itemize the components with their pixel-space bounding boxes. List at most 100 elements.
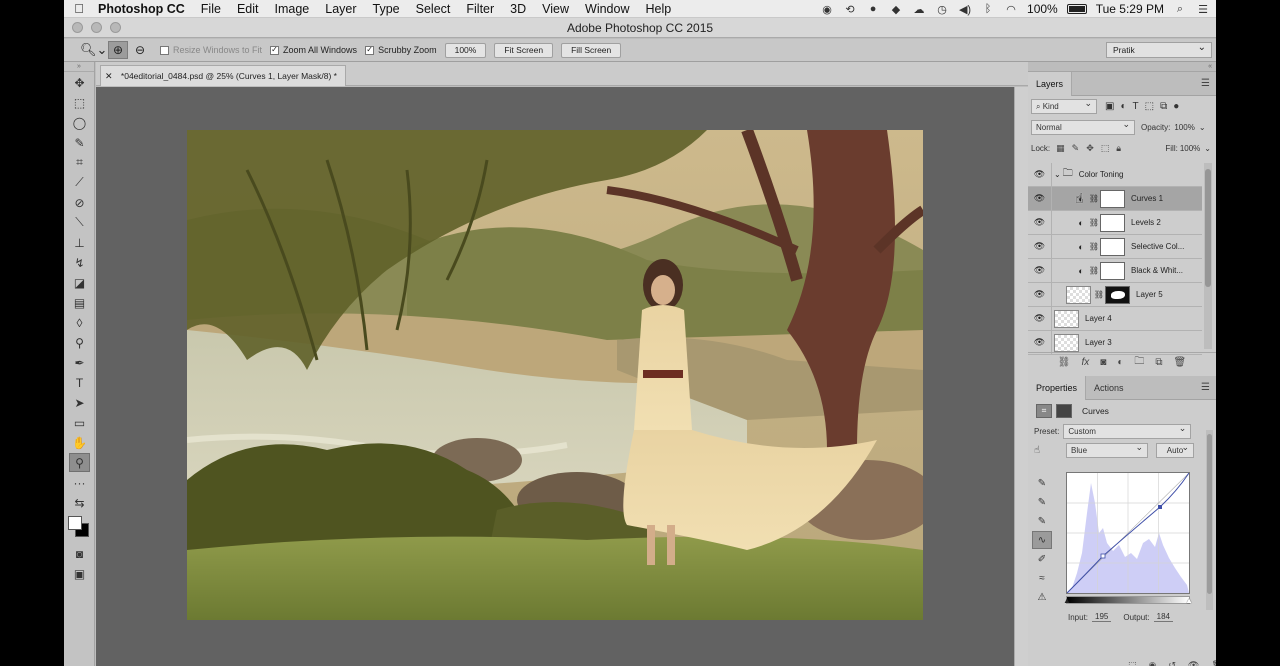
layer-thumbnail[interactable] [1054, 333, 1079, 352]
menu-file[interactable]: File [193, 2, 229, 16]
lock-pixels-icon[interactable]: ✎ [1072, 143, 1080, 154]
draw-curve-icon[interactable]: ✐ [1032, 550, 1052, 568]
opacity-value[interactable]: 100% [1174, 123, 1194, 132]
layer-style-icon[interactable]: fx [1081, 357, 1089, 368]
visibility-eye-icon[interactable]: 👁︎ [1028, 234, 1052, 259]
mask-link-icon[interactable]: ⛓ [1088, 194, 1100, 203]
layer-group-color-toning[interactable]: 👁︎ ⌄ 🗀 Color Toning [1028, 162, 1202, 187]
clip-to-layer-icon[interactable]: ⬚ [1128, 660, 1137, 666]
screen-mode-icon[interactable]: ▣ [69, 564, 90, 583]
preset-select[interactable]: Custom [1063, 422, 1192, 439]
menu-app[interactable]: Photoshop CC [94, 2, 193, 16]
tab-layers[interactable]: Layers [1028, 72, 1073, 96]
layer-row-layer-4[interactable]: 👁︎ Layer 4 [1028, 306, 1202, 331]
new-layer-icon[interactable]: ⧉ [1155, 357, 1162, 368]
sample-white-point-icon[interactable]: ✎ [1032, 512, 1052, 530]
menu-3d[interactable]: 3D [502, 2, 534, 16]
canvas-area[interactable] [96, 87, 1014, 666]
document-image[interactable] [187, 130, 923, 620]
layer-thumbnail[interactable] [1054, 309, 1079, 328]
new-group-icon[interactable]: 🗀 [1134, 354, 1144, 371]
lock-all-icon[interactable]: 🔒︎ [1116, 143, 1121, 154]
edit-toolbar-icon[interactable]: ··· [69, 473, 90, 492]
zoom-100-button[interactable]: 100% [444, 42, 487, 58]
healing-brush-tool-icon[interactable]: ⊘ [69, 193, 90, 212]
mask-link-icon[interactable]: ⛓ [1093, 290, 1105, 299]
mask-link-icon[interactable]: ⛓ [1088, 218, 1100, 227]
visibility-eye-icon[interactable]: 👁︎ [1028, 330, 1052, 355]
group-disclosure-icon[interactable]: ⌄ [1054, 170, 1061, 179]
tab-properties[interactable]: Properties [1028, 376, 1087, 400]
layers-panel-menu-icon[interactable]: ☰ [1201, 78, 1210, 89]
crop-tool-icon[interactable]: ⌗ [69, 153, 90, 172]
input-slider-bar[interactable]: ▲ ▲ [1063, 596, 1193, 605]
bluetooth-icon[interactable]: ᛒ [981, 2, 995, 16]
filter-type-icon[interactable]: T [1133, 101, 1139, 112]
reset-icon[interactable]: ↺ [1168, 660, 1176, 666]
canvas-vertical-scrollbar[interactable] [1014, 87, 1028, 666]
marquee-tool-icon[interactable]: ⬚ [69, 93, 90, 112]
auto-button[interactable]: Auto [1156, 441, 1194, 458]
blur-tool-icon[interactable]: ◊ [69, 313, 90, 332]
black-point-slider-icon[interactable]: ▲ [1063, 596, 1071, 605]
menu-window[interactable]: Window [577, 2, 637, 16]
white-point-slider-icon[interactable]: ▲ [1185, 596, 1193, 605]
quick-mask-icon[interactable]: ◙ [69, 544, 90, 563]
layer-mask-thumbnail[interactable] [1105, 285, 1130, 304]
panels-collapse-grip[interactable]: « [1028, 62, 1216, 72]
fill-value[interactable]: 100% [1180, 144, 1200, 153]
minimize-window-button[interactable] [91, 22, 102, 33]
lasso-tool-icon[interactable]: ◯ [69, 113, 90, 132]
tools-collapse-grip[interactable]: » [64, 62, 94, 72]
blend-mode-select[interactable]: Normal [1031, 118, 1135, 135]
toggle-visibility-icon[interactable]: 👁︎ [1188, 660, 1199, 666]
menu-edit[interactable]: Edit [229, 2, 267, 16]
path-selection-tool-icon[interactable]: ➤ [69, 393, 90, 412]
time-machine-icon[interactable]: ◷ [935, 2, 949, 16]
visibility-eye-icon[interactable]: 👁︎ [1028, 210, 1052, 235]
close-document-icon[interactable]: ✕ [105, 66, 113, 86]
menu-layer[interactable]: Layer [317, 2, 364, 16]
zoom-all-windows-checkbox[interactable]: ✓ Zoom All Windows [270, 45, 357, 55]
channel-select[interactable]: Blue [1066, 441, 1148, 458]
zoom-in-button[interactable]: ⊕ [108, 41, 128, 59]
edit-points-icon[interactable]: ∿ [1032, 531, 1052, 549]
properties-scrollbar[interactable] [1206, 430, 1213, 610]
move-tool-icon[interactable]: ✥ [69, 73, 90, 92]
filter-shape-icon[interactable]: ⬚ [1145, 101, 1154, 112]
color-swatches[interactable] [68, 516, 94, 538]
layer-mask-thumbnail[interactable] [1100, 213, 1125, 232]
output-value[interactable]: 184 [1153, 612, 1173, 622]
smooth-curve-icon[interactable]: ≈ [1032, 569, 1052, 587]
eraser-tool-icon[interactable]: ◪ [69, 273, 90, 292]
clone-stamp-tool-icon[interactable]: ⊥ [69, 233, 90, 252]
menu-filter[interactable]: Filter [458, 2, 502, 16]
zoom-out-button[interactable]: ⊖ [130, 41, 150, 59]
layer-mask-thumbnail[interactable] [1100, 261, 1125, 280]
filter-smart-object-icon[interactable]: ⧉ [1160, 101, 1167, 112]
clipping-warning-icon[interactable]: ⚠ [1032, 588, 1052, 606]
foreground-color-swatch[interactable] [68, 516, 82, 530]
layer-thumbnail[interactable] [1066, 285, 1091, 304]
quick-selection-tool-icon[interactable]: ✎ [69, 133, 90, 152]
visibility-eye-icon[interactable]: 👁︎ [1028, 186, 1052, 211]
wifi-icon[interactable]: ◠ [1004, 2, 1018, 16]
view-previous-icon[interactable]: ◉ [1149, 660, 1157, 666]
layer-mask-thumbnail[interactable] [1100, 189, 1125, 208]
visibility-eye-icon[interactable]: 👁︎ [1028, 306, 1052, 331]
visibility-eye-icon[interactable]: 👁︎ [1028, 258, 1052, 283]
dropbox-icon[interactable]: ◆ [889, 2, 903, 16]
layer-filter-kind-select[interactable]: ⌕ Kind [1031, 97, 1097, 114]
fill-chevron-icon[interactable]: ⌄ [1204, 144, 1211, 153]
add-mask-icon[interactable]: ◙ [1100, 357, 1106, 368]
new-adjustment-icon[interactable]: ◐ [1117, 357, 1123, 368]
lock-artboard-icon[interactable]: ⬚ [1101, 143, 1110, 154]
fit-screen-button[interactable]: Fit Screen [494, 42, 554, 58]
zoom-tool-icon[interactable]: ⚲ [69, 453, 90, 472]
zoom-window-button[interactable] [110, 22, 121, 33]
menu-image[interactable]: Image [267, 2, 318, 16]
swap-colors-icon[interactable]: ⇆ [69, 493, 90, 512]
apple-menu-icon[interactable]:  [64, 1, 94, 16]
opacity-chevron-icon[interactable]: ⌄ [1199, 123, 1206, 132]
tab-actions[interactable]: Actions [1086, 376, 1132, 400]
